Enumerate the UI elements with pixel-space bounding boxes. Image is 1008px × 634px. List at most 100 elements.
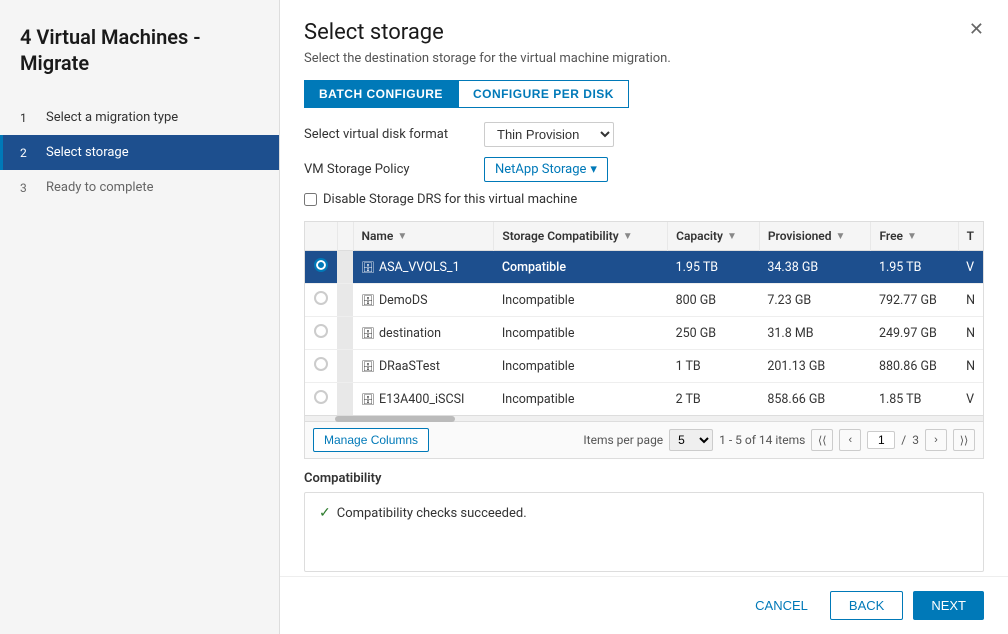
tab-configure-per-disk[interactable]: CONFIGURE PER DISK xyxy=(458,80,629,108)
tab-bar: BATCH CONFIGURE CONFIGURE PER DISK xyxy=(304,80,984,108)
storage-capacity: 1.95 TB xyxy=(668,251,760,284)
col-capacity: Capacity ▼ xyxy=(668,222,760,251)
cancel-button[interactable]: CANCEL xyxy=(743,591,820,620)
radio-cell[interactable] xyxy=(305,251,337,284)
page-input[interactable] xyxy=(867,431,895,449)
col-divider xyxy=(337,222,353,251)
sidebar: 4 Virtual Machines - Migrate 1 Select a … xyxy=(0,0,280,634)
radio-cell[interactable] xyxy=(305,383,337,416)
step-3-number: 3 xyxy=(20,181,36,195)
storage-capacity: 2 TB xyxy=(668,383,760,416)
col-type: T xyxy=(958,222,983,251)
scrollbar-thumb xyxy=(335,416,455,422)
table-row[interactable]: 🗄ASA_VVOLS_1Compatible1.95 TB34.38 GB1.9… xyxy=(305,251,983,284)
storage-free: 880.86 GB xyxy=(871,350,958,383)
table-footer: Manage Columns Items per page 5 10 25 1 … xyxy=(305,421,983,458)
next-page-button[interactable]: › xyxy=(925,429,947,451)
compatibility-title: Compatibility xyxy=(304,471,984,486)
next-button[interactable]: NEXT xyxy=(913,591,984,620)
storage-name: 🗄DRaaSTest xyxy=(353,350,494,383)
table-row[interactable]: 🗄DRaaSTestIncompatible1 TB201.13 GB880.8… xyxy=(305,350,983,383)
disable-drs-row: Disable Storage DRS for this virtual mac… xyxy=(304,192,984,207)
name-sort-icon[interactable]: ▼ xyxy=(397,231,407,242)
col-provisioned: Provisioned ▼ xyxy=(759,222,871,251)
prev-page-button[interactable]: ‹ xyxy=(839,429,861,451)
total-pages: 3 xyxy=(912,433,919,447)
radio-cell[interactable] xyxy=(305,350,337,383)
storage-free: 792.77 GB xyxy=(871,284,958,317)
col-compatibility: Storage Compatibility ▼ xyxy=(494,222,668,251)
table-scrollbar[interactable] xyxy=(305,415,983,421)
divider-cell xyxy=(337,284,353,317)
free-sort-icon[interactable]: ▼ xyxy=(907,231,917,242)
check-icon: ✓ xyxy=(319,505,331,521)
radio-cell[interactable] xyxy=(305,284,337,317)
step-3-label: Ready to complete xyxy=(46,180,154,195)
per-page-select[interactable]: 5 10 25 xyxy=(669,429,713,451)
storage-compatibility: Incompatible xyxy=(494,383,668,416)
storage-policy-label: VM Storage Policy xyxy=(304,162,484,177)
storage-policy-row: VM Storage Policy NetApp Storage ▾ xyxy=(304,157,984,182)
capacity-sort-icon[interactable]: ▼ xyxy=(727,231,737,242)
radio-cell[interactable] xyxy=(305,317,337,350)
last-page-button[interactable]: ⟩⟩ xyxy=(953,429,975,451)
storage-compatibility: Incompatible xyxy=(494,350,668,383)
table-row[interactable]: 🗄E13A400_iSCSIIncompatible2 TB858.66 GB1… xyxy=(305,383,983,416)
storage-table: Name ▼ Storage Compatibility ▼ xyxy=(305,222,983,415)
storage-policy-select[interactable]: NetApp Storage ▾ xyxy=(484,157,608,182)
divider-cell xyxy=(337,251,353,284)
chevron-down-icon: ▾ xyxy=(590,162,597,177)
back-button[interactable]: BACK xyxy=(830,591,903,620)
provisioned-sort-icon[interactable]: ▼ xyxy=(836,231,846,242)
step-2-number: 2 xyxy=(20,146,36,160)
disk-format-select[interactable]: Thin Provision xyxy=(484,122,614,147)
radio-button[interactable] xyxy=(314,390,328,404)
compatibility-section: Compatibility ✓ Compatibility checks suc… xyxy=(304,471,984,572)
storage-name: 🗄E13A400_iSCSI xyxy=(353,383,494,416)
close-button[interactable]: ✕ xyxy=(963,18,990,40)
step-1-label: Select a migration type xyxy=(46,110,178,125)
storage-icon: 🗄 xyxy=(361,294,375,307)
main-content: Select virtual disk format Thin Provisio… xyxy=(280,122,1008,634)
col-name: Name ▼ xyxy=(353,222,494,251)
sidebar-step-3[interactable]: 3 Ready to complete xyxy=(0,170,279,205)
storage-provisioned: 7.23 GB xyxy=(759,284,871,317)
step-2-label: Select storage xyxy=(46,145,129,160)
storage-icon: 🗄 xyxy=(361,360,375,373)
disable-drs-checkbox[interactable] xyxy=(304,193,317,206)
main-panel: ✕ Select storage Select the destination … xyxy=(280,0,1008,634)
storage-free: 1.95 TB xyxy=(871,251,958,284)
disable-drs-label: Disable Storage DRS for this virtual mac… xyxy=(323,192,577,207)
storage-name: 🗄DemoDS xyxy=(353,284,494,317)
table-body: 🗄ASA_VVOLS_1Compatible1.95 TB34.38 GB1.9… xyxy=(305,251,983,416)
disk-format-row: Select virtual disk format Thin Provisio… xyxy=(304,122,984,147)
divider-cell xyxy=(337,383,353,416)
sidebar-step-2[interactable]: 2 Select storage xyxy=(0,135,279,170)
storage-table-container: Name ▼ Storage Compatibility ▼ xyxy=(304,221,984,459)
storage-capacity: 800 GB xyxy=(668,284,760,317)
radio-button[interactable] xyxy=(314,324,328,338)
storage-capacity: 1 TB xyxy=(668,350,760,383)
compatibility-sort-icon[interactable]: ▼ xyxy=(623,231,633,242)
dialog: 4 Virtual Machines - Migrate 1 Select a … xyxy=(0,0,1008,634)
table-row[interactable]: 🗄destinationIncompatible250 GB31.8 MB249… xyxy=(305,317,983,350)
storage-provisioned: 858.66 GB xyxy=(759,383,871,416)
radio-button[interactable] xyxy=(314,357,328,371)
tab-batch-configure[interactable]: BATCH CONFIGURE xyxy=(304,80,458,108)
radio-button[interactable] xyxy=(314,258,328,272)
items-info: 1 - 5 of 14 items xyxy=(719,433,805,447)
page-title: Select storage xyxy=(304,20,984,45)
storage-icon: 🗄 xyxy=(361,327,375,340)
sidebar-step-1[interactable]: 1 Select a migration type xyxy=(0,100,279,135)
manage-columns-button[interactable]: Manage Columns xyxy=(313,428,429,452)
items-per-page-label: Items per page xyxy=(583,433,663,447)
table-row[interactable]: 🗄DemoDSIncompatible800 GB7.23 GB792.77 G… xyxy=(305,284,983,317)
storage-compatibility: Incompatible xyxy=(494,284,668,317)
storage-capacity: 250 GB xyxy=(668,317,760,350)
storage-type: V xyxy=(958,383,983,416)
radio-button[interactable] xyxy=(314,291,328,305)
storage-type: N xyxy=(958,350,983,383)
storage-type: V xyxy=(958,251,983,284)
storage-icon: 🗄 xyxy=(361,261,375,274)
first-page-button[interactable]: ⟨⟨ xyxy=(811,429,833,451)
